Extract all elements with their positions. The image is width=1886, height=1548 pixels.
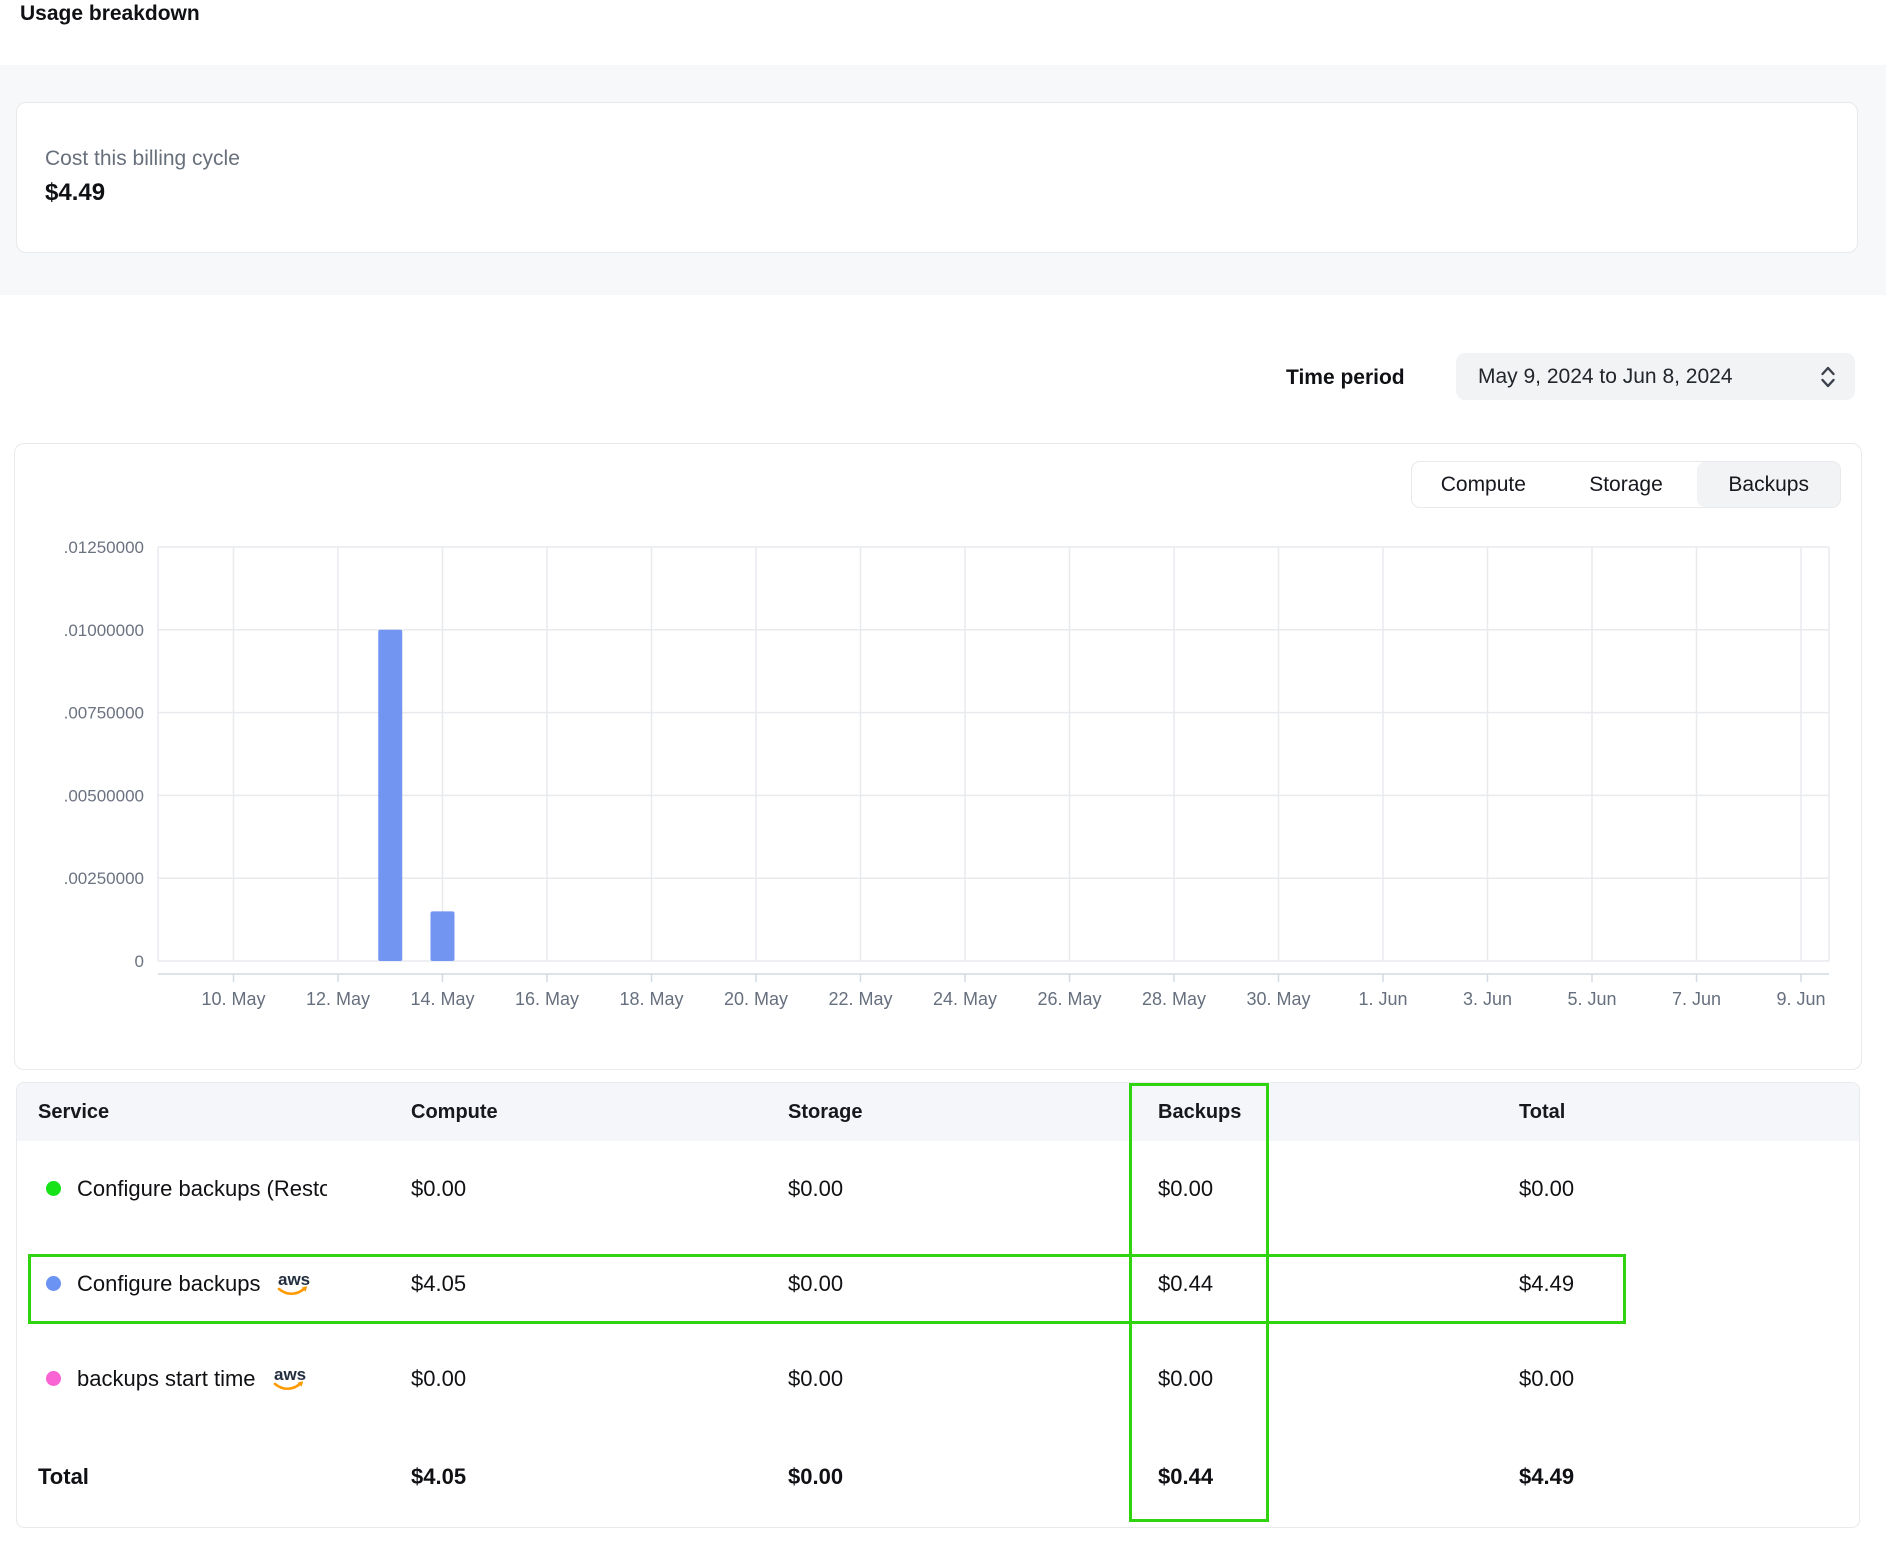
- x-axis-tick-label: 5. Jun: [1567, 989, 1616, 1009]
- chart-card: ComputeStorageBackups .01250000 .01000000…: [14, 443, 1862, 1070]
- x-axis-tick-label: 10. May: [201, 989, 265, 1009]
- series-dot-icon: [46, 1276, 61, 1291]
- x-axis-tick-label: 16. May: [515, 989, 579, 1009]
- storage-value: $0.00: [788, 1271, 1158, 1297]
- summary-band: Cost this billing cycle $4.49: [0, 65, 1886, 295]
- selector-chevrons-icon: [1817, 363, 1839, 391]
- table-row: Configure backups (Resto$0.00$0.00$0.00$…: [17, 1141, 1859, 1236]
- column-header-backups: Backups: [1158, 1101, 1519, 1124]
- table-total-row: Total$4.05$0.00$0.44$4.49: [17, 1426, 1859, 1527]
- total-backups-value: $0.44: [1158, 1464, 1519, 1490]
- aws-icon: aws: [274, 1270, 312, 1297]
- x-axis-tick-label: 3. Jun: [1463, 989, 1512, 1009]
- service-cell: Configure backups (Resto: [17, 1176, 411, 1202]
- service-name: Configure backups (Resto: [77, 1176, 327, 1202]
- usage-bar-chart: .01250000 .01000000 .00750000 .00500000 .002…: [15, 444, 1861, 1069]
- column-header-compute: Compute: [411, 1101, 788, 1124]
- x-axis-tick-label: 12. May: [306, 989, 370, 1009]
- x-axis-tick-label: 9. Jun: [1776, 989, 1825, 1009]
- x-axis-tick-label: 7. Jun: [1672, 989, 1721, 1009]
- x-axis-tick-label: 22. May: [828, 989, 892, 1009]
- compute-value: $0.00: [411, 1366, 788, 1392]
- chart-tab-group: ComputeStorageBackups: [1411, 461, 1841, 508]
- svg-text:aws: aws: [278, 1270, 310, 1289]
- time-period-value: May 9, 2024 to Jun 8, 2024: [1478, 365, 1733, 389]
- backups-value: $0.00: [1158, 1176, 1519, 1202]
- service-name: backups start time: [77, 1366, 256, 1392]
- time-period-label: Time period: [1286, 366, 1405, 390]
- tab-compute[interactable]: Compute: [1412, 462, 1555, 507]
- table-row: Configure backups aws $4.05$0.00$0.44$4.…: [17, 1236, 1859, 1331]
- y-axis-tick-label: .00750000: [64, 704, 144, 723]
- cost-value: $4.49: [45, 179, 105, 207]
- total-compute-value: $4.05: [411, 1464, 788, 1490]
- backups-value: $0.44: [1158, 1271, 1519, 1297]
- column-header-storage: Storage: [788, 1101, 1158, 1124]
- storage-value: $0.00: [788, 1366, 1158, 1392]
- table-row: backups start time aws $0.00$0.00$0.00$0…: [17, 1331, 1859, 1426]
- page-title: Usage breakdown: [20, 2, 200, 26]
- cost-card: Cost this billing cycle $4.49: [16, 102, 1858, 253]
- y-axis-tick-label: .01250000: [64, 538, 144, 557]
- x-axis-tick-label: 24. May: [933, 989, 997, 1009]
- series-dot-icon: [46, 1181, 61, 1196]
- y-axis-tick-label: 0: [135, 952, 144, 971]
- total-value: $0.00: [1519, 1366, 1859, 1392]
- storage-value: $0.00: [788, 1176, 1158, 1202]
- table-header: ServiceComputeStorageBackupsTotal: [17, 1083, 1859, 1141]
- column-header-service: Service: [17, 1101, 411, 1124]
- service-name: Configure backups: [77, 1271, 260, 1297]
- cost-label: Cost this billing cycle: [45, 147, 240, 171]
- x-axis-tick-label: 20. May: [724, 989, 788, 1009]
- tab-backups[interactable]: Backups: [1697, 462, 1840, 507]
- y-axis-tick-label: .01000000: [64, 621, 144, 640]
- svg-text:aws: aws: [274, 1365, 306, 1384]
- x-axis-tick-label: 28. May: [1142, 989, 1206, 1009]
- service-cell: backups start time aws: [17, 1365, 411, 1392]
- usage-table: ServiceComputeStorageBackupsTotal Config…: [16, 1082, 1860, 1528]
- aws-icon: aws: [270, 1365, 308, 1392]
- compute-value: $0.00: [411, 1176, 788, 1202]
- bar-14-may: [431, 911, 455, 961]
- x-axis-tick-label: 26. May: [1037, 989, 1101, 1009]
- total-label: Total: [17, 1464, 411, 1490]
- total-storage-value: $0.00: [788, 1464, 1158, 1490]
- bar-13-may: [378, 630, 402, 961]
- x-axis-tick-label: 1. Jun: [1358, 989, 1407, 1009]
- x-axis-tick-label: 18. May: [619, 989, 683, 1009]
- y-axis-tick-label: .00500000: [64, 786, 144, 805]
- y-axis-tick-label: .00250000: [64, 869, 144, 888]
- total-value: $4.49: [1519, 1271, 1859, 1297]
- column-header-total: Total: [1519, 1101, 1859, 1124]
- total-value: $0.00: [1519, 1176, 1859, 1202]
- series-dot-icon: [46, 1371, 61, 1386]
- service-cell: Configure backups aws: [17, 1270, 411, 1297]
- time-period-select[interactable]: May 9, 2024 to Jun 8, 2024: [1456, 353, 1855, 400]
- total-total-value: $4.49: [1519, 1464, 1859, 1490]
- x-axis-tick-label: 14. May: [410, 989, 474, 1009]
- compute-value: $4.05: [411, 1271, 788, 1297]
- tab-storage[interactable]: Storage: [1555, 462, 1698, 507]
- backups-value: $0.00: [1158, 1366, 1519, 1392]
- x-axis-tick-label: 30. May: [1246, 989, 1310, 1009]
